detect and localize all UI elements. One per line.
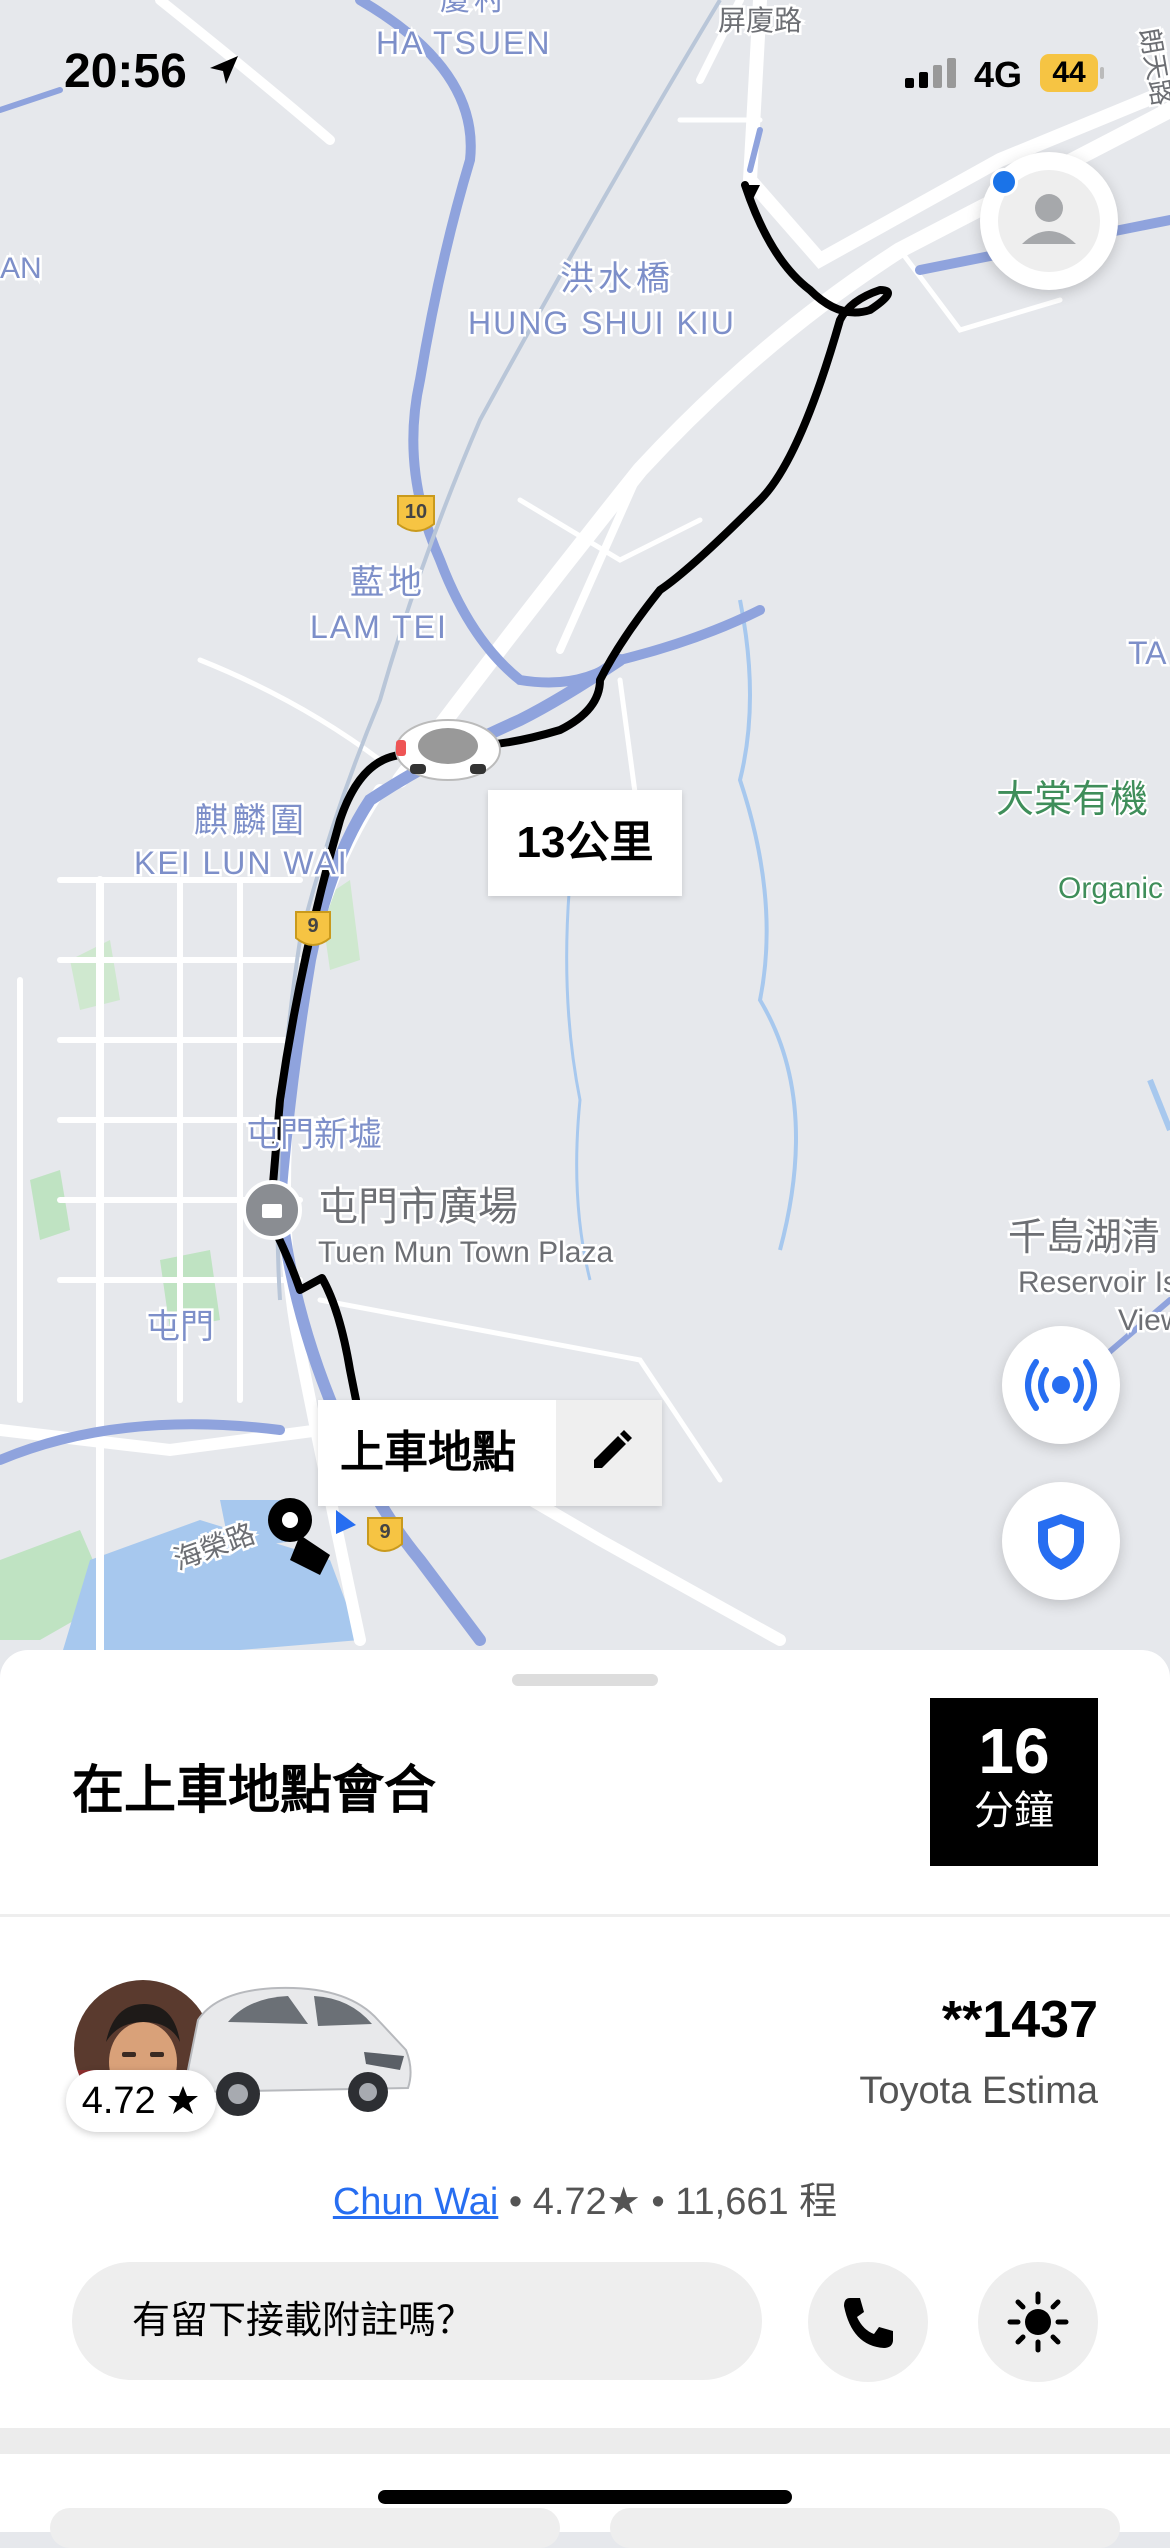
safety-button[interactable]	[1002, 1482, 1120, 1600]
peek-card-right[interactable]	[610, 2508, 1120, 2548]
trip-status-title: 在上車地點會合	[72, 1762, 437, 1820]
map-label-hung-shui-kiu-zh: 洪水橋	[560, 260, 674, 298]
shield-icon	[1038, 1514, 1084, 1570]
driver-car-marker	[395, 719, 501, 781]
signal-icon	[905, 58, 956, 88]
map-label-organic: Organic	[1058, 872, 1163, 905]
profile-button[interactable]	[980, 152, 1118, 290]
star-icon	[168, 2086, 199, 2114]
distance-label: 13公里	[488, 790, 682, 896]
map-label-hung-shui-kiu: HUNG SHUI KIU	[468, 305, 736, 341]
pencil-icon	[594, 1430, 632, 1468]
license-plate: **1437	[941, 1991, 1098, 2049]
eta-value: 16	[978, 1715, 1050, 1787]
light-button[interactable]	[978, 2262, 1098, 2382]
map-label-tuen-mun: 屯門	[146, 1308, 214, 1346]
car-model: Toyota Estima	[859, 2070, 1098, 2112]
battery-level: 44	[1040, 54, 1098, 92]
pickup-location-label[interactable]: 上車地點	[318, 1400, 662, 1506]
map-label-reservoir-zh: 千島湖清	[1008, 1217, 1160, 1259]
map-label-tuen-mun-new-town: 屯門新墟	[246, 1116, 382, 1154]
call-driver-button[interactable]	[808, 2262, 928, 2382]
map-label-kei-lun-wai: KEI LUN WAI	[134, 845, 349, 881]
map-label-reservoir: Reservoir Is	[1018, 1266, 1170, 1299]
status-bar: 20:56 4G 44	[0, 0, 1170, 140]
peek-card-left[interactable]	[50, 2508, 560, 2548]
home-indicator[interactable]	[378, 2490, 792, 2504]
location-dot	[990, 168, 1018, 196]
pickup-note-input[interactable]: 有留下接載附註嗎？	[72, 2262, 762, 2380]
driver-info-line: Chun Wai • 4.72★ • 11,661 程	[332, 2181, 838, 2223]
driver-name-link[interactable]: Chun Wai	[333, 2181, 498, 2223]
broadcast-icon	[1025, 1359, 1097, 1411]
sheet-separator	[0, 2428, 1170, 2454]
map-label-lam-tei: LAM TEI	[310, 609, 448, 645]
route-shield-9a: 9	[307, 915, 318, 937]
location-arrow-icon	[210, 56, 238, 84]
eta-unit: 分鐘	[974, 1789, 1054, 1833]
map-label-lam-tei-zh: 藍地	[350, 564, 426, 602]
route-shield-10: 10	[405, 501, 427, 523]
pickup-label-text: 上車地點	[340, 1428, 516, 1477]
eta-badge: 16 分鐘	[930, 1698, 1098, 1866]
trip-sheet: 在上車地點會合 16 分鐘 4.72 **1437 Toyota Estima …	[0, 1650, 1170, 2548]
map-label-town-plaza: Tuen Mun Town Plaza	[318, 1236, 613, 1269]
network-label: 4G	[974, 54, 1023, 95]
sun-icon	[1007, 2291, 1069, 2353]
driver-rating-badge: 4.72	[66, 2070, 216, 2132]
driver-rating-badge-value: 4.72	[81, 2080, 156, 2122]
sheet-grabber[interactable]	[512, 1674, 658, 1686]
map-label-view: View	[1118, 1304, 1170, 1337]
status-time: 20:56	[64, 45, 187, 98]
map-label-organic-zh: 大棠有機	[996, 779, 1148, 821]
map-label-ta: TA	[1128, 635, 1167, 671]
map-label-town-plaza-zh: 屯門市廣場	[318, 1185, 518, 1229]
map-label-kei-lun-wai-zh: 麒麟圍	[194, 802, 308, 840]
divider	[0, 1914, 1170, 1917]
driver-trips: 11,661 程	[675, 2181, 838, 2223]
driver-rating: 4.72★	[532, 2181, 641, 2223]
map-label-an: AN	[0, 252, 42, 285]
edit-pickup-button[interactable]	[556, 1400, 662, 1506]
phone-icon	[844, 2298, 893, 2348]
route-shield-9b: 9	[379, 1521, 390, 1543]
battery-icon: 44	[1040, 54, 1104, 92]
broadcast-button[interactable]	[1002, 1326, 1120, 1444]
